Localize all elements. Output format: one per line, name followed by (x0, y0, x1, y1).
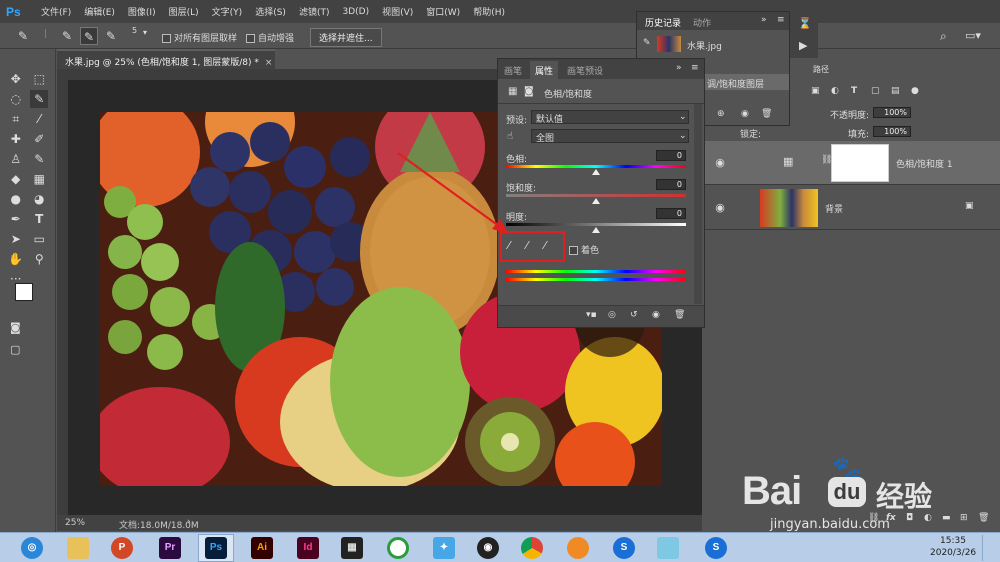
watermark-url: jingyan.baidu.com (770, 517, 890, 532)
clock-time[interactable]: 15:35 (940, 536, 966, 546)
taskbar-app-s[interactable]: S (606, 534, 642, 562)
illustrator-icon: Ai (251, 537, 273, 559)
taskbar-chrome[interactable] (514, 534, 550, 562)
premiere-icon: Pr (159, 537, 181, 559)
taskbar-app-cube[interactable] (650, 534, 686, 562)
watermark-brand: Bai (742, 469, 802, 513)
taskbar-video-player[interactable]: ▦ (334, 534, 370, 562)
taskbar-qq[interactable]: ◉ (470, 534, 506, 562)
photoshop-icon: Ps (205, 537, 227, 559)
baidu-watermark: Bai 🐾 du 经验 jingyan.baidu.com (740, 455, 990, 535)
taskbar-explorer[interactable] (60, 534, 96, 562)
powerpoint-icon: P (111, 537, 133, 559)
taskbar-photoshop[interactable]: Ps (198, 534, 234, 562)
taskbar-app-s2[interactable]: S (698, 534, 734, 562)
chrome-icon (521, 537, 543, 559)
taskbar-app-bird[interactable]: ✦ (426, 534, 462, 562)
windows-taskbar: ◎ P Pr Ps Ai Id ▦ ✦ ◉ S S 15:35 2020/3/2… (0, 532, 1000, 562)
clock-date[interactable]: 2020/3/26 (930, 548, 976, 558)
watermark-cn: 经验 (876, 480, 933, 513)
taskbar-app-orange[interactable] (560, 534, 596, 562)
taskbar-indesign[interactable]: Id (290, 534, 326, 562)
folder-icon (67, 537, 89, 559)
start-button[interactable]: ◎ (14, 534, 50, 562)
show-desktop-button[interactable] (982, 535, 996, 561)
taskbar-premiere[interactable]: Pr (152, 534, 188, 562)
taskbar-illustrator[interactable]: Ai (244, 534, 280, 562)
watermark-brand-2: du (828, 477, 866, 507)
indesign-icon: Id (297, 537, 319, 559)
qq-penguin-icon: ◉ (477, 537, 499, 559)
start-orb-icon: ◎ (21, 537, 43, 559)
film-icon: ▦ (341, 537, 363, 559)
red-arrow-head (492, 219, 509, 234)
bird-icon: ✦ (433, 537, 455, 559)
cube-icon (657, 537, 679, 559)
orange-app-icon (567, 537, 589, 559)
app-badge-icon (387, 537, 409, 559)
taskbar-app-red-green[interactable] (380, 534, 416, 562)
s-app-icon: S (613, 537, 635, 559)
taskbar-powerpoint[interactable]: P (104, 534, 140, 562)
s-app-icon-2: S (705, 537, 727, 559)
red-arrow-shaft (397, 152, 504, 230)
